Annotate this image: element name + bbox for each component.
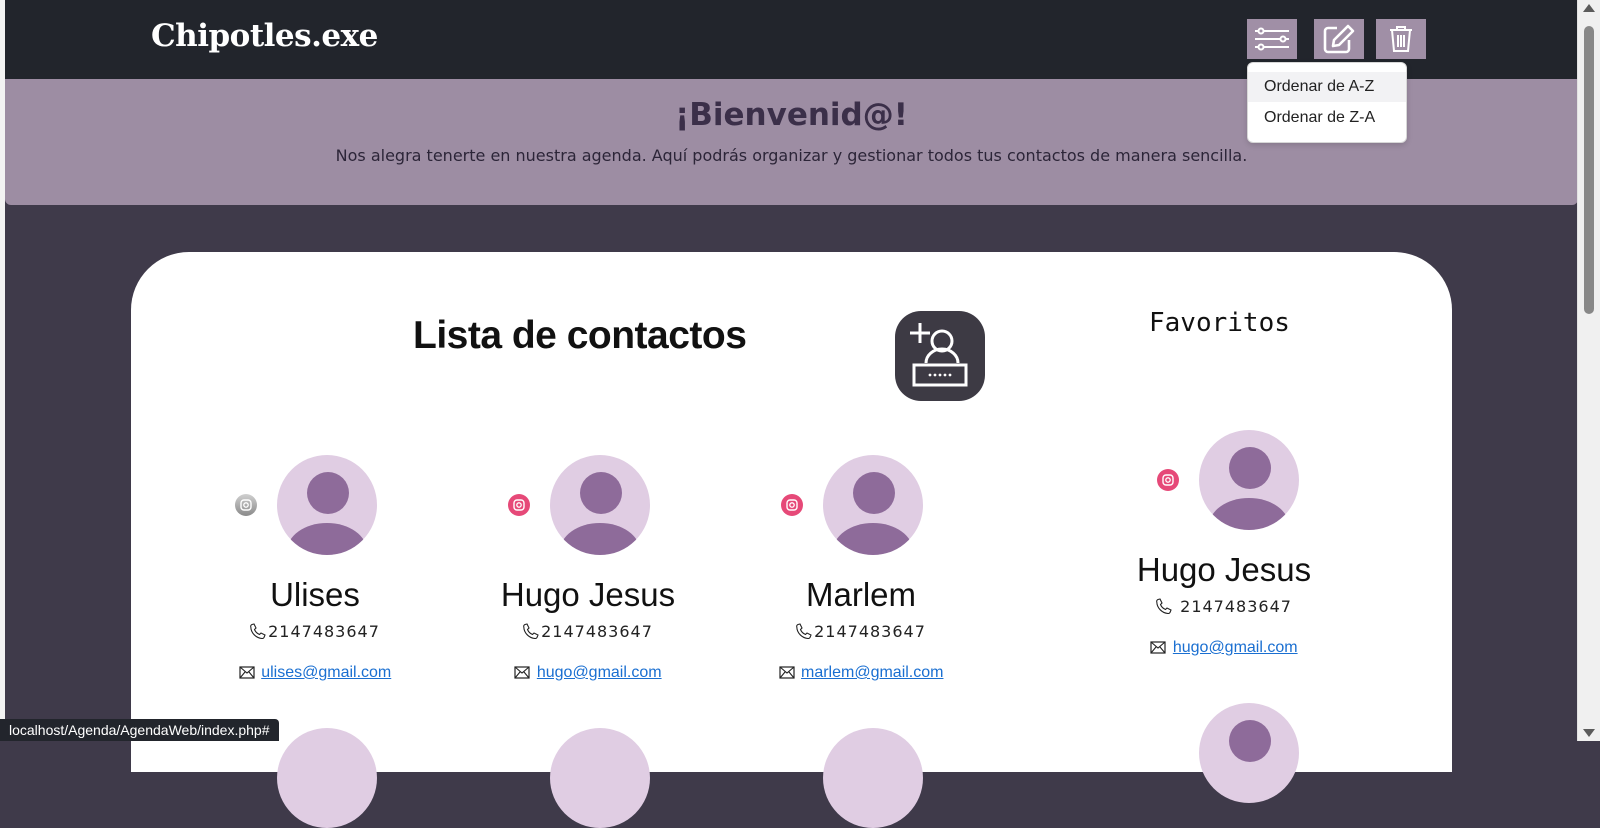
vertical-scrollbar[interactable] [1577,0,1600,741]
phone-icon [523,623,539,640]
welcome-text: Nos alegra tenerte en nuestra agenda. Aq… [335,146,1248,165]
phone-number: 2147483647 [268,622,380,641]
avatar [823,455,923,555]
avatar [277,728,377,828]
phone-number: 2147483647 [1180,597,1292,616]
envelope-icon [778,666,795,679]
email-link[interactable]: hugo@gmail.com [1173,639,1298,656]
email-link[interactable]: hugo@gmail.com [537,664,662,681]
phone-icon [796,623,812,640]
contact-email: ulises@gmail.com [185,664,445,682]
favorite-toggle-icon[interactable] [508,494,530,516]
contact-phone: 2147483647 [731,622,991,641]
contact-name: Hugo Jesus [1136,551,1312,588]
phone-number: 2147483647 [814,622,926,641]
edit-icon [1323,24,1355,54]
scroll-thumb[interactable] [1584,26,1594,314]
delete-button[interactable] [1376,19,1426,59]
contact-phone: 2147483647 [185,622,445,641]
sort-z-a-option[interactable]: Ordenar de Z-A [1248,103,1406,133]
add-user-icon [910,323,968,387]
contact-phone: 2147483647 [1094,597,1354,616]
favorite-toggle-icon[interactable] [235,494,257,516]
sort-a-z-option[interactable]: Ordenar de A-Z [1248,72,1406,102]
avatar [1199,430,1299,530]
envelope-icon [239,666,255,679]
sort-dropdown-menu: Ordenar de A-Z Ordenar de Z-A [1247,62,1407,143]
avatar [550,455,650,555]
contact-card[interactable]: Hugo Jesus 2147483647 hugo@gmail.com [458,455,718,715]
avatar [823,728,923,828]
contact-name: Hugo Jesus [500,576,676,613]
favorite-contact-card[interactable]: Hugo Jesus 2147483647 hugo@gmail.com [1094,430,1354,690]
contact-phone: 2147483647 [458,622,718,641]
avatar [550,728,650,828]
phone-number: 2147483647 [541,622,653,641]
add-contact-button[interactable] [895,311,985,401]
email-link[interactable]: ulises@gmail.com [261,664,391,681]
phone-icon [1156,598,1172,615]
contact-email: marlem@gmail.com [731,664,991,682]
avatar [1199,703,1299,803]
envelope-icon [1150,641,1166,654]
contact-card[interactable]: Ulises 2147483647 ulises@gmail.com [185,455,445,715]
scroll-up-arrow-icon[interactable] [1583,4,1595,12]
sliders-icon [1255,27,1289,51]
contact-email: hugo@gmail.com [1094,639,1354,657]
trash-icon [1390,26,1412,52]
envelope-icon [514,666,530,679]
brand-title[interactable]: Chipotles.exe [151,18,378,54]
scroll-down-arrow-icon[interactable] [1583,729,1595,737]
avatar [277,455,377,555]
edit-button[interactable] [1314,19,1364,59]
contact-email: hugo@gmail.com [458,664,718,682]
sort-button[interactable] [1247,19,1297,59]
contacts-list-title: Lista de contactos [413,314,747,357]
favorite-toggle-icon[interactable] [1157,469,1179,491]
favorites-title: Favoritos [1149,308,1290,338]
contact-name: Marlem [805,576,916,613]
email-link[interactable]: marlem@gmail.com [801,664,943,681]
favorite-toggle-icon[interactable] [781,494,803,516]
contact-name: Ulises [270,576,360,613]
browser-status-url: localhost/Agenda/AgendaWeb/index.php# [0,719,279,741]
contact-card[interactable]: Marlem 2147483647 marlem@gmail.com [731,455,991,715]
phone-icon [250,623,266,640]
